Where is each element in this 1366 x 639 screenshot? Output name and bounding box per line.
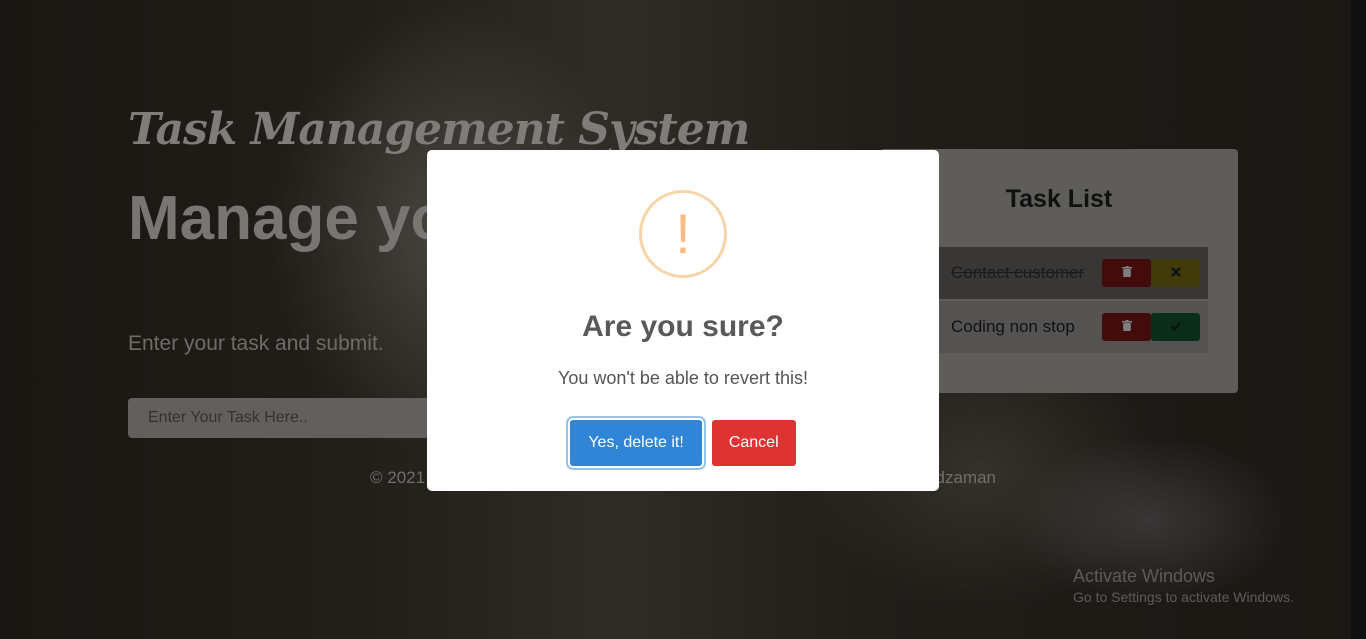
warning-icon-glyph: ! [675, 202, 691, 265]
dialog-actions: Yes, delete it! Cancel [427, 420, 939, 466]
confirm-dialog: ! Are you sure? You won't be able to rev… [427, 150, 939, 491]
warning-icon: ! [639, 190, 727, 278]
dialog-title: Are you sure? [582, 310, 784, 343]
dialog-message: You won't be able to revert this! [558, 368, 808, 388]
confirm-delete-button[interactable]: Yes, delete it! [570, 420, 702, 466]
cancel-button[interactable]: Cancel [711, 420, 796, 466]
